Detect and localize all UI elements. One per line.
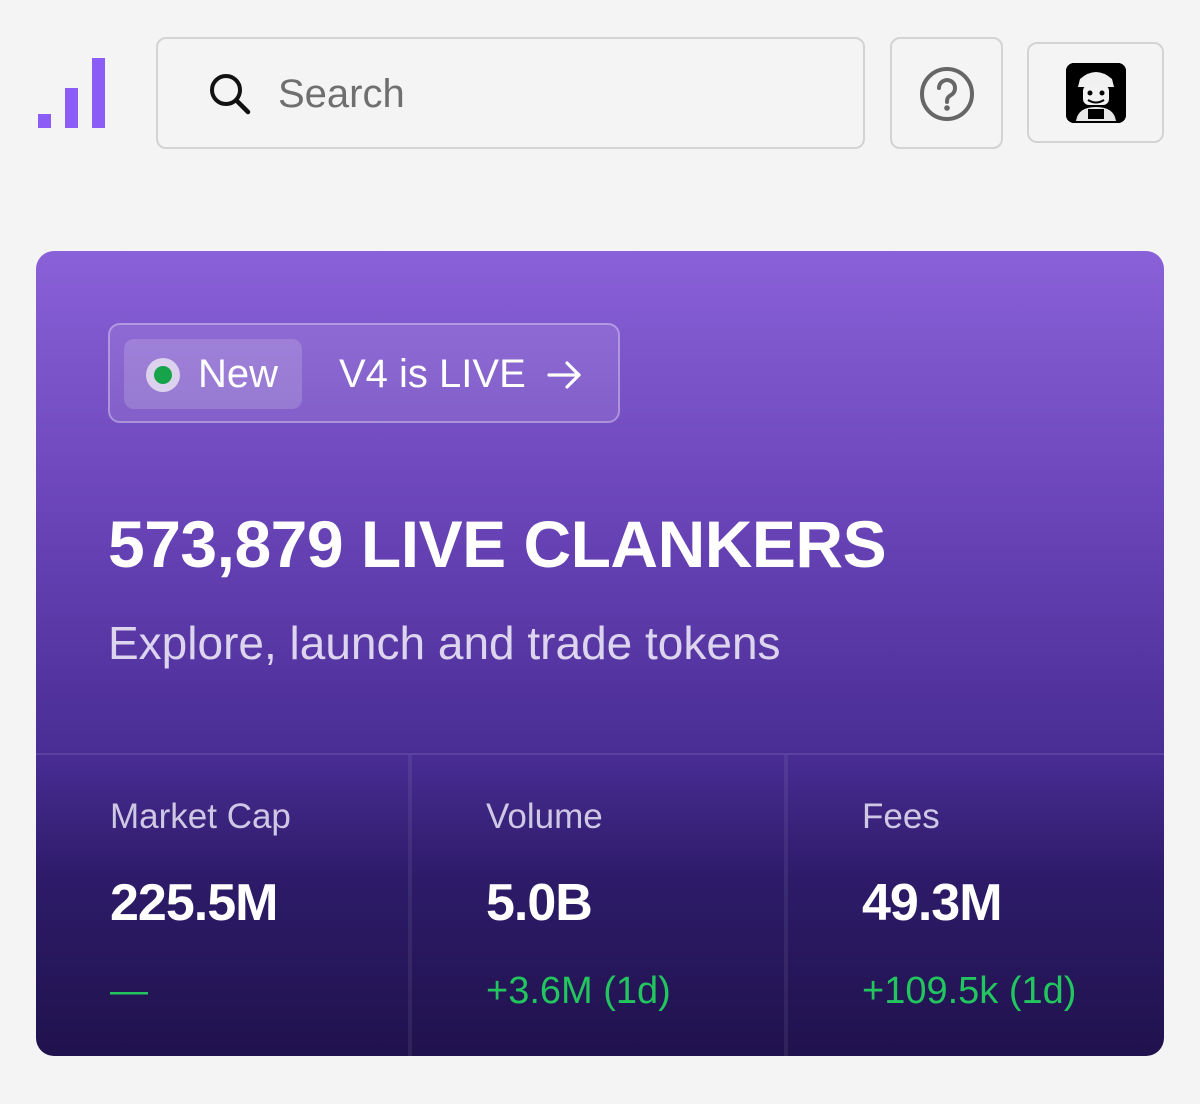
hero-card: New V4 is LIVE 573,879 LIVE CLANKERS Exp… <box>36 251 1164 1056</box>
profile-button[interactable] <box>1027 42 1164 143</box>
avatar <box>1066 63 1126 123</box>
page: New V4 is LIVE 573,879 LIVE CLANKERS Exp… <box>0 0 1200 1104</box>
stat-value: 5.0B <box>486 874 593 932</box>
stat-market-cap: Market Cap 225.5M — <box>36 755 412 1056</box>
arrow-right-icon <box>547 361 581 389</box>
question-circle-icon <box>920 67 974 121</box>
search-icon <box>210 74 251 115</box>
new-badge-label: New <box>198 352 279 396</box>
stat-fees: Fees 49.3M +109.5k (1d) <box>788 755 1164 1056</box>
bar-chart-logo-icon[interactable] <box>36 54 108 130</box>
status-dot-icon <box>146 358 180 392</box>
stat-label: Volume <box>486 797 603 836</box>
stat-volume: Volume 5.0B +3.6M (1d) <box>412 755 788 1056</box>
page-subtitle: Explore, launch and trade tokens <box>108 617 781 669</box>
announcement-banner[interactable]: New V4 is LIVE <box>108 323 620 423</box>
stat-value: 225.5M <box>110 874 278 932</box>
help-button[interactable] <box>890 37 1003 149</box>
page-title: 573,879 LIVE CLANKERS <box>108 507 887 581</box>
search-bar[interactable] <box>156 37 865 149</box>
stat-change: +109.5k (1d) <box>862 970 1077 1012</box>
stat-label: Market Cap <box>110 797 291 836</box>
user-avatar-icon <box>1066 63 1126 123</box>
search-input[interactable] <box>278 59 838 129</box>
announcement-text: V4 is LIVE <box>339 352 526 396</box>
stats-row: Market Cap 225.5M — Volume 5.0B +3.6M (1… <box>36 753 1164 1056</box>
stat-label: Fees <box>862 797 940 836</box>
stat-change: — <box>110 970 148 1012</box>
new-badge: New <box>124 339 302 409</box>
stat-value: 49.3M <box>862 874 1003 932</box>
stat-change: +3.6M (1d) <box>486 970 671 1012</box>
